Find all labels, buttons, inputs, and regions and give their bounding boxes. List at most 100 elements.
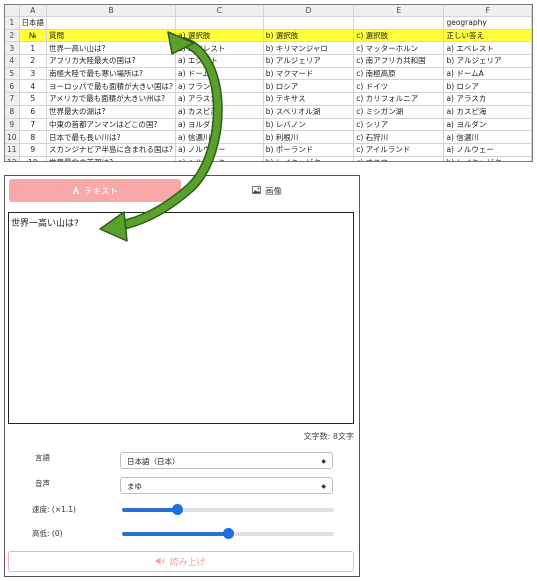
sheet-cell[interactable]: 3 <box>19 67 48 81</box>
sheet-cell[interactable]: b) アルジェリア <box>263 54 355 68</box>
sheet-cell[interactable]: a) アラスカ <box>443 92 532 106</box>
sheet-cell[interactable]: スカンジナビア半島に含まれる国は? <box>46 143 177 157</box>
column-header[interactable]: B <box>46 5 177 17</box>
sheet-cell[interactable]: № <box>19 29 48 43</box>
sheet-cell[interactable]: c) 南極高原 <box>353 67 445 81</box>
sheet-cell[interactable]: 日本で最も長い川は? <box>46 130 177 144</box>
column-header[interactable]: A <box>19 5 48 17</box>
voice-select[interactable]: まゆ ◆ <box>120 477 333 494</box>
sheet-cell[interactable]: a) 選択肢 <box>175 29 264 43</box>
sheet-cell[interactable] <box>263 16 355 30</box>
sheet-cell[interactable]: b) レバノン <box>263 118 355 132</box>
sheet-cell[interactable]: a) ドームA <box>443 67 532 81</box>
sheet-cell[interactable]: a) ドームA <box>175 67 264 81</box>
sheet-cell[interactable]: a) フランス <box>175 79 264 94</box>
row-number[interactable]: 11 <box>5 143 20 157</box>
language-select[interactable]: 日本語（日本） ◆ <box>120 452 333 469</box>
sheet-cell[interactable]: a) ヨルダン <box>443 118 532 132</box>
sheet-cell[interactable]: a) ノルウェー <box>443 143 532 157</box>
sheet-cell[interactable]: アフリカ大陸最大の国は? <box>46 54 177 68</box>
sheet-cell[interactable]: b) 選択肢 <box>263 29 355 43</box>
sheet-cell[interactable]: b) マクマード <box>263 67 355 81</box>
column-header[interactable]: F <box>443 5 532 17</box>
row-number[interactable]: 12 <box>5 156 20 161</box>
column-header[interactable]: C <box>175 5 264 17</box>
sheet-cell[interactable] <box>353 16 445 30</box>
sheet-cell[interactable]: c) ドイツ <box>353 79 445 94</box>
pitch-slider-thumb[interactable] <box>223 528 234 539</box>
sheet-cell[interactable]: 世界最北の首都は? <box>46 156 177 161</box>
sheet-cell[interactable]: b) テキサス <box>263 92 355 106</box>
row-number[interactable]: 5 <box>5 67 20 81</box>
sheet-cell[interactable]: a) ヘルシンキ <box>175 156 264 161</box>
sheet-cell[interactable]: a) 信濃川 <box>175 130 264 144</box>
sheet-cell[interactable]: 7 <box>19 118 48 132</box>
row-number[interactable]: 9 <box>5 118 20 132</box>
row-number[interactable]: 1 <box>5 16 20 30</box>
sheet-cell[interactable]: b) スペリオル湖 <box>263 105 355 119</box>
sheet-cell[interactable]: b) キリマンジャロ <box>263 41 355 56</box>
row-number[interactable]: 3 <box>5 41 20 56</box>
sheet-cell[interactable]: b) アルジェリア <box>443 54 532 68</box>
sheet-cell[interactable]: c) オスロ <box>353 156 445 161</box>
sheet-cell[interactable]: c) 南アフリカ共和国 <box>353 54 445 68</box>
sheet-cell[interactable]: a) エジプト <box>175 54 264 68</box>
sheet-cell[interactable]: c) ミシガン湖 <box>353 105 445 119</box>
sheet-cell[interactable]: a) アラスカ <box>175 92 264 106</box>
row-number[interactable]: 10 <box>5 130 20 144</box>
sheet-cell[interactable]: a) 信濃川 <box>443 130 532 144</box>
sheet-cell[interactable]: a) ヨルダン <box>175 118 264 132</box>
sheet-cell[interactable]: a) エベレスト <box>443 41 532 56</box>
sheet-cell[interactable]: a) カスピ海 <box>443 105 532 119</box>
column-header[interactable]: D <box>263 5 355 17</box>
sheet-cell[interactable]: b) レイキャビク <box>263 156 355 161</box>
sheet-cell[interactable]: a) カスピ海 <box>175 105 264 119</box>
sheet-cell[interactable]: b) レイキャビク <box>443 156 532 161</box>
sheet-cell[interactable]: 正しい答え <box>443 29 532 43</box>
speed-slider[interactable] <box>122 504 334 515</box>
sheet-cell[interactable]: 4 <box>19 79 48 94</box>
sheet-cell[interactable]: c) アイルランド <box>353 143 445 157</box>
sheet-cell[interactable]: c) シリア <box>353 118 445 132</box>
row-number[interactable]: 4 <box>5 54 20 68</box>
sheet-cell[interactable]: 10 <box>19 156 48 161</box>
sheet-cell[interactable]: 8 <box>19 130 48 144</box>
row-number[interactable]: 6 <box>5 79 20 94</box>
sheet-cell[interactable]: アメリカで最も面積が大きい州は? <box>46 92 177 106</box>
sheet-cell[interactable]: c) カリフォルニア <box>353 92 445 106</box>
sheet-cell[interactable]: 中東の首都アンマンはどこの国? <box>46 118 177 132</box>
text-input[interactable]: 世界一高い山は? <box>8 212 354 424</box>
tab-image[interactable]: 画像 <box>181 179 353 202</box>
sheet-cell[interactable]: 5 <box>19 92 48 106</box>
sheet-cell[interactable]: ヨーロッパで最も面積が大きい国は? <box>46 79 177 94</box>
sheet-cell[interactable]: a) ノルウェー <box>175 143 264 157</box>
pitch-slider[interactable] <box>122 528 334 539</box>
column-header[interactable]: E <box>353 5 445 17</box>
sheet-cell[interactable]: 南極大陸で最も寒い場所は? <box>46 67 177 81</box>
sheet-cell[interactable]: b) 利根川 <box>263 130 355 144</box>
row-number[interactable]: 7 <box>5 92 20 106</box>
sheet-cell[interactable]: 世界最大の湖は? <box>46 105 177 119</box>
sheet-cell[interactable]: c) 選択肢 <box>353 29 445 43</box>
sheet-cell[interactable]: a) エベレスト <box>175 41 264 56</box>
sheet-cell[interactable]: c) マッターホルン <box>353 41 445 56</box>
sheet-cell[interactable]: 6 <box>19 105 48 119</box>
sheet-cell[interactable]: 世界一高い山は? <box>46 41 177 56</box>
speed-slider-thumb[interactable] <box>172 504 184 515</box>
row-number[interactable]: 8 <box>5 105 20 119</box>
row-number[interactable]: 2 <box>5 29 20 43</box>
sheet-cell[interactable]: c) 石狩川 <box>353 130 445 144</box>
sheet-cell[interactable]: b) ポーランド <box>263 143 355 157</box>
read-aloud-button[interactable]: 読み上げ <box>8 551 354 572</box>
sheet-cell[interactable]: geography <box>443 16 532 30</box>
sheet-cell[interactable]: 9 <box>19 143 48 157</box>
sheet-cell[interactable]: 2 <box>19 54 48 68</box>
sheet-cell[interactable] <box>175 16 264 30</box>
sheet-cell[interactable]: b) ロシア <box>263 79 355 94</box>
tab-text[interactable]: テキスト <box>9 179 181 202</box>
sheet-cell[interactable]: 1 <box>19 41 48 56</box>
sheet-cell[interactable] <box>46 16 177 30</box>
sheet-cell[interactable]: 質問 <box>46 29 177 43</box>
sheet-cell[interactable]: b) ロシア <box>443 79 532 94</box>
column-header[interactable] <box>5 5 20 17</box>
